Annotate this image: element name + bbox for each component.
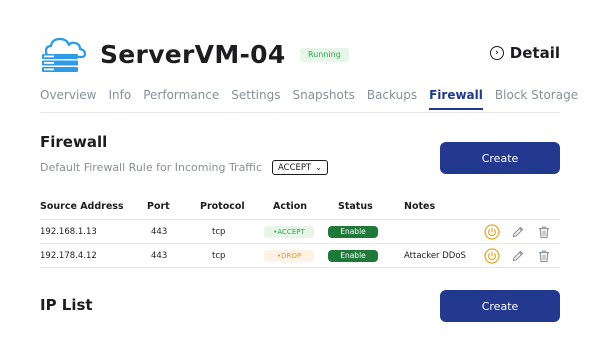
chevron-down-icon: ⌄	[315, 163, 322, 172]
server-name: ServerVM-04	[100, 40, 286, 69]
tab-settings[interactable]: Settings	[231, 86, 280, 110]
row-actions	[483, 247, 553, 265]
status-toggle[interactable]: Enable	[328, 226, 378, 238]
col-status: Status	[338, 201, 373, 212]
col-source-address: Source Address	[40, 201, 124, 212]
action-badge: •ACCEPT	[264, 226, 314, 238]
edit-pencil-icon[interactable]	[509, 247, 527, 265]
edit-pencil-icon[interactable]	[509, 223, 527, 241]
tabs-divider	[40, 112, 560, 113]
table-row: 192.168.1.13 443 tcp •ACCEPT Enable	[40, 220, 560, 244]
col-notes: Notes	[404, 201, 436, 212]
col-action: Action	[273, 201, 308, 212]
firewall-create-button[interactable]: Create	[440, 142, 560, 174]
cloud-server-logo-icon	[42, 37, 87, 72]
tab-firewall[interactable]: Firewall	[429, 86, 483, 110]
chevron-right-icon: ›	[489, 46, 504, 60]
cell-protocol: tcp	[212, 251, 226, 261]
cell-protocol: tcp	[212, 227, 226, 237]
detail-label: Detail	[509, 44, 560, 62]
col-protocol: Protocol	[200, 201, 245, 212]
power-icon[interactable]	[483, 223, 501, 241]
cell-notes: Attacker DDoS	[404, 251, 466, 261]
default-rule-value: ACCEPT	[278, 162, 312, 173]
cell-source: 192.168.1.13	[40, 227, 97, 237]
firewall-title: Firewall	[40, 133, 108, 151]
action-badge: •DROP	[264, 250, 314, 262]
default-rule-label: Default Firewall Rule for Incoming Traff…	[40, 161, 262, 174]
detail-link[interactable]: › Detail	[489, 44, 560, 62]
server-header: ServerVM-04 Running › Detail	[40, 34, 560, 78]
table-header: Source Address Port Protocol Action Stat…	[40, 198, 560, 220]
trash-icon[interactable]	[535, 247, 553, 265]
status-toggle[interactable]: Enable	[328, 250, 378, 262]
tab-backups[interactable]: Backups	[367, 86, 417, 110]
tab-bar: Overview Info Performance Settings Snaps…	[40, 86, 578, 112]
default-rule-row: Default Firewall Rule for Incoming Traff…	[40, 160, 328, 175]
running-status-badge: Running	[300, 48, 349, 62]
row-actions	[483, 223, 553, 241]
tab-snapshots[interactable]: Snapshots	[292, 86, 354, 110]
tab-performance[interactable]: Performance	[143, 86, 219, 110]
ip-list-create-button[interactable]: Create	[440, 290, 560, 322]
cell-port: 443	[151, 251, 168, 261]
default-rule-select[interactable]: ACCEPT ⌄	[272, 160, 328, 175]
cell-port: 443	[151, 227, 168, 237]
trash-icon[interactable]	[535, 223, 553, 241]
cell-source: 192.178.4.12	[40, 251, 97, 261]
tab-overview[interactable]: Overview	[40, 86, 97, 110]
tab-info[interactable]: Info	[109, 86, 132, 110]
power-icon[interactable]	[483, 247, 501, 265]
firewall-table: Source Address Port Protocol Action Stat…	[40, 198, 560, 268]
ip-list-title: IP List	[40, 296, 93, 314]
col-port: Port	[147, 201, 170, 212]
tab-block-storage[interactable]: Block Storage	[495, 86, 578, 110]
table-row: 192.178.4.12 443 tcp •DROP Enable Attack…	[40, 244, 560, 268]
